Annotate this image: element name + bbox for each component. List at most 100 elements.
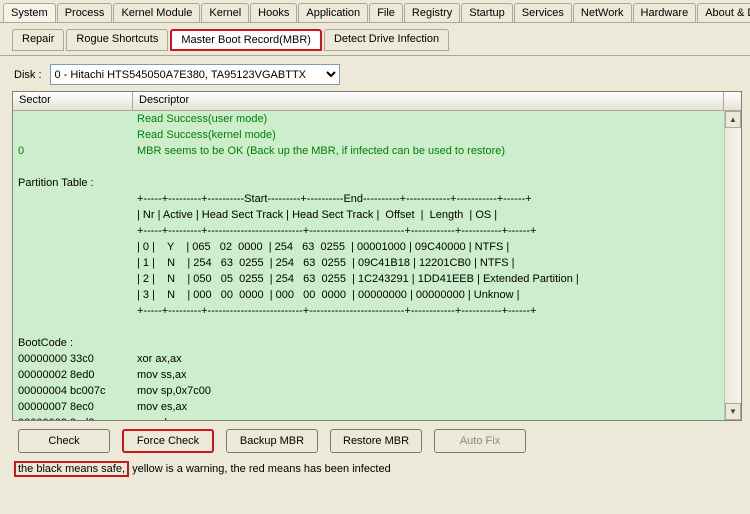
table-row[interactable]: +-----+---------+-----------------------… [13,303,724,319]
main-tab-process[interactable]: Process [57,3,113,22]
table-row[interactable]: | Nr | Active | Head Sect Track | Head S… [13,207,724,223]
cell-descriptor: | 2 | N | 050 05 0255 | 254 63 0255 | 1C… [133,271,724,287]
cell-sector: 00000007 8ec0 [13,399,133,415]
legend-text: the black means safe, yellow is a warnin… [0,457,750,477]
main-tab-application[interactable]: Application [298,3,368,22]
table-row[interactable]: | 0 | Y | 065 02 0000 | 254 63 0255 | 00… [13,239,724,255]
table-row[interactable] [13,319,724,335]
cell-sector [13,255,133,271]
cell-descriptor: MBR seems to be OK (Back up the MBR, if … [133,143,724,159]
col-descriptor[interactable]: Descriptor [133,92,724,110]
cell-descriptor [133,319,724,335]
scroll-up-icon[interactable]: ▲ [725,111,741,128]
legend-rest: yellow is a warning, the red means has b… [129,463,391,475]
scroll-down-icon[interactable]: ▼ [725,403,741,420]
main-tab-network[interactable]: NetWork [573,3,632,22]
legend-safe-box: the black means safe, [14,461,129,477]
cell-descriptor [133,335,724,351]
main-tab-about-donate[interactable]: About & Donate [697,3,750,22]
table-row[interactable]: 00000000 33c0xor ax,ax [13,351,724,367]
sub-tab-rogue-shortcuts[interactable]: Rogue Shortcuts [66,29,168,51]
button-row: Check Force Check Backup MBR Restore MBR… [0,427,750,457]
main-tabbar: SystemProcessKernel ModuleKernelHooksApp… [0,0,750,23]
table-row[interactable]: | 3 | N | 000 00 0000 | 000 00 0000 | 00… [13,287,724,303]
table-row[interactable]: | 1 | N | 254 63 0255 | 254 63 0255 | 09… [13,255,724,271]
vertical-scrollbar[interactable]: ▲ ▼ [724,111,741,420]
table-row[interactable]: 00000004 bc007cmov sp,0x7c00 [13,383,724,399]
cell-sector [13,159,133,175]
force-check-button[interactable]: Force Check [122,429,214,453]
disk-row: Disk : 0 - Hitachi HTS545050A7E380, TA95… [0,56,750,91]
disk-select[interactable]: 0 - Hitachi HTS545050A7E380, TA95123VGAB… [50,64,340,85]
cell-sector [13,271,133,287]
cell-sector: 00000009 8ed8 [13,415,133,420]
table-row[interactable] [13,159,724,175]
cell-descriptor: +-----+---------+----------Start--------… [133,191,724,207]
col-sector[interactable]: Sector [13,92,133,110]
cell-sector [13,223,133,239]
sub-tab-master-boot-record-mbr-[interactable]: Master Boot Record(MBR) [170,29,322,51]
cell-descriptor: mov sp,0x7c00 [133,383,724,399]
cell-sector [13,111,133,127]
cell-descriptor: xor ax,ax [133,351,724,367]
backup-mbr-button[interactable]: Backup MBR [226,429,318,453]
autofix-button: Auto Fix [434,429,526,453]
main-tab-file[interactable]: File [369,3,403,22]
main-tab-hooks[interactable]: Hooks [250,3,297,22]
cell-sector [13,303,133,319]
main-tab-services[interactable]: Services [514,3,572,22]
cell-sector [13,127,133,143]
cell-descriptor: mov es,ax [133,399,724,415]
cell-sector: Partition Table : [13,175,133,191]
table-row[interactable]: Partition Table : [13,175,724,191]
cell-descriptor: | 3 | N | 000 00 0000 | 000 00 0000 | 00… [133,287,724,303]
cell-descriptor: | Nr | Active | Head Sect Track | Head S… [133,207,724,223]
col-scroll-spacer [724,92,741,110]
check-button[interactable]: Check [18,429,110,453]
cell-sector [13,287,133,303]
main-tab-kernel[interactable]: Kernel [201,3,249,22]
cell-descriptor: Read Success(user mode) [133,111,724,127]
main-tab-registry[interactable]: Registry [404,3,460,22]
table-row[interactable]: +-----+---------+----------Start--------… [13,191,724,207]
main-tab-hardware[interactable]: Hardware [633,3,697,22]
table-row[interactable]: 00000007 8ec0mov es,ax [13,399,724,415]
cell-descriptor: mov ss,ax [133,367,724,383]
grid-rows: Read Success(user mode)Read Success(kern… [13,111,724,420]
sub-tabbar: RepairRogue ShortcutsMaster Boot Record(… [0,23,750,56]
cell-sector: 00000004 bc007c [13,383,133,399]
table-row[interactable]: Read Success(kernel mode) [13,127,724,143]
main-tab-startup[interactable]: Startup [461,3,512,22]
table-row[interactable]: 0MBR seems to be OK (Back up the MBR, if… [13,143,724,159]
cell-descriptor: | 1 | N | 254 63 0255 | 254 63 0255 | 09… [133,255,724,271]
cell-sector: 00000002 8ed0 [13,367,133,383]
sub-tab-repair[interactable]: Repair [12,29,64,51]
cell-descriptor: +-----+---------+-----------------------… [133,303,724,319]
cell-descriptor: | 0 | Y | 065 02 0000 | 254 63 0255 | 00… [133,239,724,255]
sub-tab-detect-drive-infection[interactable]: Detect Drive Infection [324,29,449,51]
restore-mbr-button[interactable]: Restore MBR [330,429,422,453]
cell-descriptor [133,159,724,175]
cell-sector [13,319,133,335]
cell-sector: BootCode : [13,335,133,351]
cell-descriptor: +-----+---------+-----------------------… [133,223,724,239]
table-row[interactable]: 00000009 8ed8mov ds,ax [13,415,724,420]
cell-descriptor: Read Success(kernel mode) [133,127,724,143]
main-tab-kernel-module[interactable]: Kernel Module [113,3,200,22]
cell-sector: 0 [13,143,133,159]
table-row[interactable]: | 2 | N | 050 05 0255 | 254 63 0255 | 1C… [13,271,724,287]
table-row[interactable]: 00000002 8ed0mov ss,ax [13,367,724,383]
grid-header: Sector Descriptor [13,92,741,111]
cell-sector [13,207,133,223]
cell-sector [13,191,133,207]
cell-descriptor [133,175,724,191]
cell-sector: 00000000 33c0 [13,351,133,367]
table-row[interactable]: Read Success(user mode) [13,111,724,127]
grid-body: Read Success(user mode)Read Success(kern… [13,111,741,420]
table-row[interactable]: BootCode : [13,335,724,351]
mbr-grid: Sector Descriptor Read Success(user mode… [12,91,742,421]
cell-descriptor: mov ds,ax [133,415,724,420]
disk-label: Disk : [14,69,42,81]
table-row[interactable]: +-----+---------+-----------------------… [13,223,724,239]
main-tab-system[interactable]: System [3,3,56,22]
